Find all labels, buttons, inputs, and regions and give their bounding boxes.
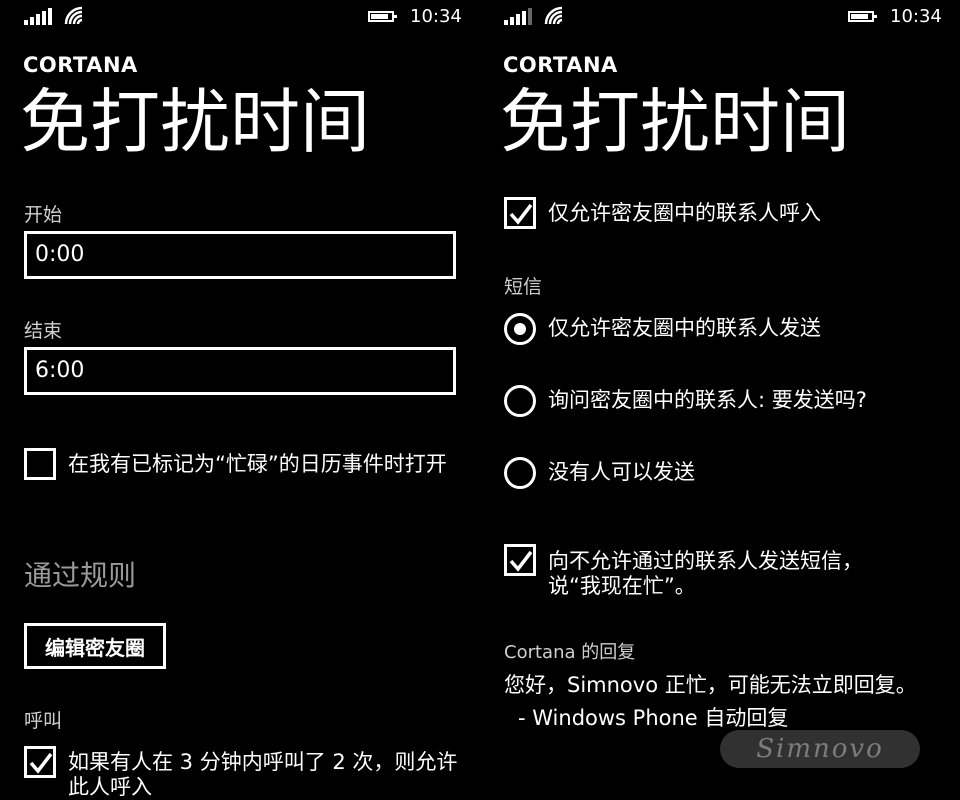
left-screen: 10:34 CORTANA 免打扰时间 开始 0:00 结束 6:00 在我有已…: [0, 0, 480, 800]
end-time-input[interactable]: 6:00: [24, 347, 456, 395]
reply-label: Cortana 的回复: [504, 642, 636, 663]
status-bar: 10:34: [0, 0, 480, 36]
wifi-icon: [544, 6, 563, 25]
sms-option-label: 询问密友圈中的联系人: 要发送吗?: [548, 388, 867, 412]
repeat-call-label: 如果有人在 3 分钟内呼叫了 2 次，则允许此人呼入: [68, 750, 458, 799]
sms-label: 短信: [504, 276, 543, 298]
sms-radio-inner-circle[interactable]: [504, 313, 536, 345]
watermark: Simnovo: [720, 730, 920, 768]
checkmark-icon: [509, 203, 533, 225]
start-label: 开始: [24, 204, 63, 226]
sms-option-label: 仅允许密友圈中的联系人发送: [548, 316, 821, 340]
checkmark-icon: [29, 752, 53, 774]
clock: 10:34: [890, 6, 942, 27]
calls-label: 呼叫: [24, 710, 63, 732]
checkmark-icon: [509, 550, 533, 572]
sms-radio-ask[interactable]: [504, 385, 536, 417]
sms-option-label: 没有人可以发送: [548, 460, 695, 484]
start-time-input[interactable]: 0:00: [24, 231, 456, 279]
app-title: CORTANA: [23, 53, 138, 77]
busy-calendar-checkbox[interactable]: [24, 448, 56, 480]
sms-radio-nobody[interactable]: [504, 457, 536, 489]
right-screen: 10:34 CORTANA 免打扰时间 仅允许密友圈中的联系人呼入 短信 仅允许…: [480, 0, 960, 800]
signal-icon: [504, 8, 532, 25]
battery-icon: [368, 11, 397, 22]
auto-reply-checkbox[interactable]: [504, 544, 536, 576]
busy-calendar-label: 在我有已标记为“忙碌”的日历事件时打开: [68, 452, 447, 476]
inner-circle-calls-checkbox[interactable]: [504, 197, 536, 229]
wifi-icon: [64, 6, 83, 25]
app-title: CORTANA: [503, 53, 618, 77]
inner-circle-calls-label: 仅允许密友圈中的联系人呼入: [548, 201, 821, 225]
status-bar: 10:34: [480, 0, 960, 36]
reply-text: 您好，Simnovo 正忙，可能无法立即回复。: [504, 673, 917, 697]
page-title: 免打扰时间: [500, 81, 850, 163]
page-title: 免打扰时间: [20, 81, 370, 163]
auto-reply-label: 向不允许通过的联系人发送短信，说“我现在忙”。: [548, 549, 863, 598]
rules-header: 通过规则: [24, 559, 137, 592]
edit-inner-circle-button[interactable]: 编辑密友圈: [24, 623, 166, 669]
battery-icon: [848, 11, 877, 22]
signal-icon: [24, 8, 52, 25]
end-label: 结束: [24, 320, 63, 342]
reply-signature: - Windows Phone 自动回复: [518, 706, 789, 730]
clock: 10:34: [410, 6, 462, 27]
repeat-call-checkbox[interactable]: [24, 746, 56, 778]
